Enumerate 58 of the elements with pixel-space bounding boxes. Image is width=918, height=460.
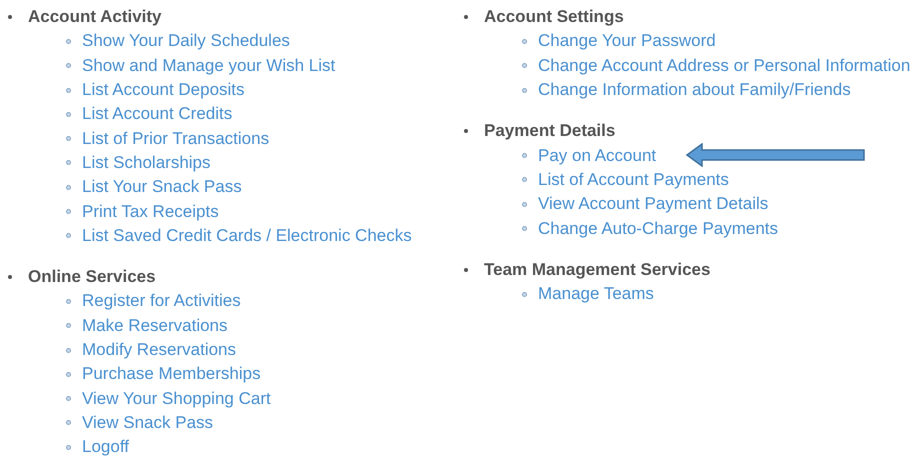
menu-link[interactable]: Print Tax Receipts	[82, 202, 219, 222]
bullet-icon	[522, 38, 527, 44]
bullet-icon	[464, 129, 468, 134]
bullet-icon	[66, 184, 71, 190]
section-heading: Team Management Services	[484, 260, 710, 280]
menu-link[interactable]: List Your Snack Pass	[82, 177, 242, 198]
menu-link[interactable]: Show Your Daily Schedules	[82, 31, 290, 52]
bullet-icon	[464, 268, 468, 272]
bullet-icon	[66, 160, 71, 166]
bullet-icon	[66, 372, 71, 377]
bullet-icon	[464, 15, 468, 20]
menu-link[interactable]: Purchase Memberships	[82, 364, 261, 384]
menu-link[interactable]: Change Your Password	[538, 31, 716, 52]
menu-link[interactable]: List of Prior Transactions	[82, 128, 270, 149]
menu-link[interactable]: List Account Deposits	[82, 80, 245, 100]
bullet-icon	[66, 396, 71, 402]
bullet-icon	[66, 136, 71, 142]
bullet-icon	[66, 88, 71, 93]
bullet-icon	[8, 275, 12, 280]
section-heading: Account Settings	[484, 7, 624, 28]
bullet-icon	[66, 38, 71, 44]
bullet-icon	[66, 298, 71, 304]
bullet-icon	[8, 15, 12, 20]
menu-link[interactable]: Pay on Account	[538, 146, 656, 166]
bullet-icon	[522, 202, 527, 207]
menu-link[interactable]: List Scholarships	[82, 152, 211, 173]
menu-link[interactable]: View Snack Pass	[82, 412, 214, 433]
menu-link[interactable]: List of Account Payments	[538, 170, 729, 190]
bullet-icon	[66, 348, 71, 352]
menu-link[interactable]: List Saved Credit Cards / Electronic Checks	[82, 226, 412, 246]
bullet-icon	[66, 209, 71, 214]
menu-link[interactable]: Logoff	[82, 437, 129, 458]
menu-link[interactable]: Modify Reservations	[82, 340, 236, 360]
menu-link[interactable]: List Account Credits	[82, 104, 232, 124]
menu-link[interactable]: View Your Shopping Cart	[82, 388, 271, 409]
bullet-icon	[66, 233, 71, 238]
bullet-icon	[66, 112, 71, 117]
menu-link[interactable]: View Account Payment Details	[538, 194, 768, 214]
bullet-icon	[522, 88, 527, 93]
bullet-icon	[522, 63, 527, 68]
bullet-icon	[66, 63, 71, 68]
section-heading: Online Services	[28, 267, 156, 288]
bullet-icon	[522, 226, 527, 232]
menu-link[interactable]: Change Account Address or Personal Information	[538, 56, 910, 76]
menu-link[interactable]: Register for Activities	[82, 291, 241, 312]
section-heading: Payment Details	[484, 121, 616, 142]
menu-link[interactable]: Change Auto-Charge Payments	[538, 218, 778, 239]
menu-link[interactable]: Manage Teams	[538, 284, 654, 304]
bullet-icon	[522, 292, 527, 297]
menu-link[interactable]: Make Reservations	[82, 316, 228, 336]
bullet-icon	[522, 153, 527, 158]
menu-link[interactable]: Show and Manage your Wish List	[82, 56, 336, 76]
menu-link[interactable]: Change Information about Family/Friends	[538, 80, 851, 100]
bullet-icon	[66, 420, 71, 426]
section-heading: Account Activity	[28, 7, 162, 28]
bullet-icon	[522, 177, 527, 182]
bullet-icon	[66, 323, 71, 328]
bullet-icon	[66, 444, 71, 450]
